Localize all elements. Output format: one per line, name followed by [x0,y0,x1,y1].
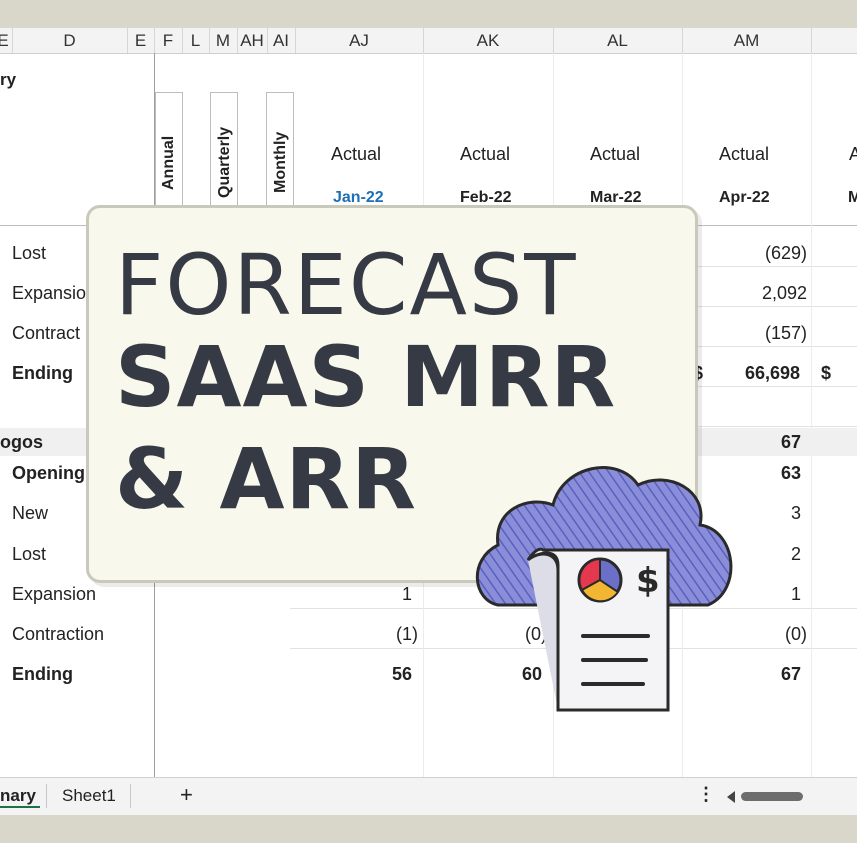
row-label-new: New [12,503,49,523]
title-line-1: FORECAST [115,236,578,334]
cell-value[interactable]: 66,698 [690,363,800,384]
column-header[interactable]: F [154,28,183,53]
row-label-lost: Lost [12,544,47,564]
caret-left-icon[interactable] [727,791,735,803]
actual-label: A [849,144,857,164]
period-monthly: Monthly [272,131,289,193]
row-label-expansion: Expansion [12,584,97,604]
cloud-invoice-icon: $ [475,466,733,712]
title-line-3: & ARR [115,430,417,528]
row-label-contraction: Contraction [12,624,105,644]
sheet-tab-bar: nary Sheet1 + ⋮ [0,777,857,815]
cell-value[interactable]: 56 [300,664,412,685]
cell-value[interactable]: (629) [690,243,807,264]
tab-separator [46,784,47,808]
row-label-contraction: Contract [12,323,81,343]
section-label-logos: ogos [0,432,43,452]
column-header[interactable]: AM [682,28,812,53]
tab-summary[interactable]: nary [0,786,40,808]
tab-sheet1[interactable]: Sheet1 [62,786,116,806]
column-header[interactable]: L [182,28,210,53]
row-label-ending: Ending [12,664,73,684]
column-header[interactable]: AJ [295,28,424,53]
cell-value[interactable]: 2,092 [690,283,807,304]
column-header[interactable]: AI [267,28,296,53]
tab-separator [130,784,131,808]
row-label-ending: Ending [12,363,73,383]
column-header[interactable]: AH [237,28,268,53]
top-border [0,0,857,28]
column-header[interactable]: AL [553,28,683,53]
cell-value[interactable]: 1 [300,584,412,605]
column-header[interactable]: D [12,28,128,53]
column-header[interactable] [811,28,857,53]
column-header[interactable]: E [127,28,155,53]
actual-label: Actual [331,144,382,164]
currency-symbol: $ [821,363,832,383]
month-label: M [848,189,857,206]
title-line-2: SAAS MRR [115,328,617,426]
row-label-lost: Lost [12,243,47,263]
column-header-row: E D E F L M AH AI AJ AK AL AM [0,28,857,54]
actual-label: Actual [590,144,641,164]
add-sheet-button[interactable]: + [180,782,193,808]
actual-label: Actual [460,144,511,164]
cell-value[interactable]: (1) [300,624,418,645]
actual-label: Actual [719,144,770,164]
more-vertical-icon[interactable]: ⋮ [697,784,715,805]
bottom-border [0,815,857,843]
row-label-opening: Opening [12,463,85,483]
row-label-expansion: Expansio [12,283,87,303]
column-header[interactable]: AK [423,28,554,53]
horizontal-scrollbar[interactable] [741,792,803,801]
column-header[interactable]: M [209,28,238,53]
cell-value[interactable]: (157) [690,323,807,344]
period-annual: Annual [160,135,177,190]
grid-line-vertical [811,53,812,777]
period-quarterly: Quarterly [216,126,233,198]
dollar-icon: $ [636,561,660,601]
sheet-title: ry [0,70,17,89]
month-label: Apr-22 [719,189,770,206]
